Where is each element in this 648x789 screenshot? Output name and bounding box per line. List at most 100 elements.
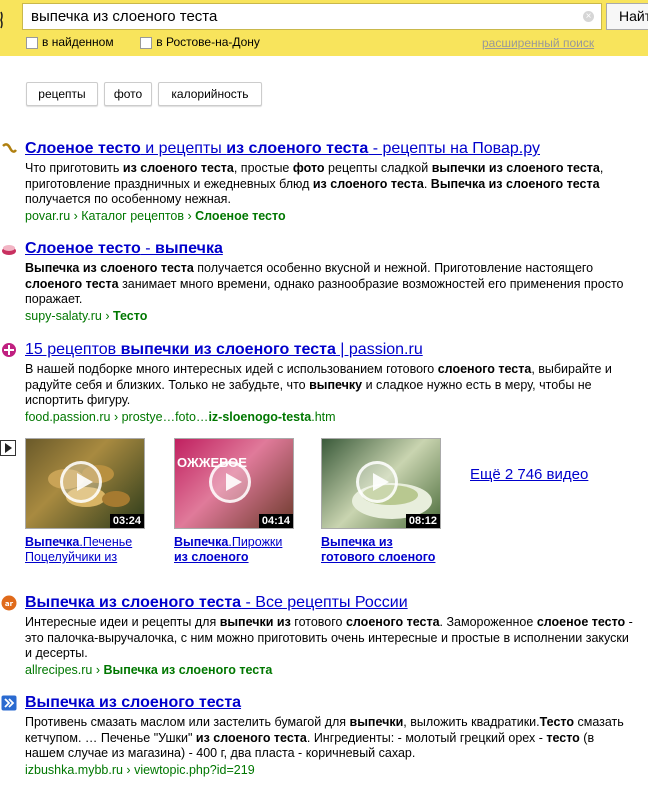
text-part: Выпечка из слоеного теста <box>25 694 242 711</box>
result-title-link[interactable]: Слоеное тесто - выпечка <box>25 239 635 259</box>
result-snippet: Интересные идеи и рецепты для выпечки из… <box>25 615 635 662</box>
video-caption-link[interactable]: Выпечка из готового слоеного <box>321 535 446 565</box>
text-part: povar.ru › Каталог рецептов › <box>25 208 196 223</box>
search-filters: в найденном в Ростове-на-Дону <box>26 34 260 50</box>
text-part: allrecipes.ru › <box>25 662 104 677</box>
result-snippet: Выпечка из слоеного теста получается осо… <box>25 261 635 308</box>
more-videos-link[interactable]: Ещё 2 746 видео <box>470 466 588 483</box>
text-part: , простые <box>233 161 293 175</box>
text-part: Что приготовить <box>25 161 123 175</box>
advanced-search-link[interactable]: расширенный поиск <box>482 36 594 50</box>
search-header: выпечка из слоеного теста × Найти в найд… <box>0 0 648 56</box>
text-part: готового <box>290 615 346 629</box>
search-result: Выпечка из слоеного теста Противень смаз… <box>1 693 635 778</box>
text-part: из слоеного теста <box>122 161 234 175</box>
text-part: Интересные идеи и рецепты для <box>25 615 220 629</box>
text-part: | passion.ru <box>335 341 423 358</box>
result-title-link[interactable]: Выпечка из слоеного теста - Все рецепты … <box>25 593 635 613</box>
result-snippet: В нашей подборке много интересных идей с… <box>25 362 635 409</box>
text-part: слоеное тесто <box>536 615 626 629</box>
supy-salaty-favicon-icon <box>1 241 17 257</box>
video-caption-link[interactable]: Выпечка.Печенье Поцелуйчики из <box>25 535 150 565</box>
text-part: supy-salaty.ru › <box>25 308 113 323</box>
play-icon[interactable] <box>60 461 102 503</box>
text-part: - рецепты на Повар.ру <box>368 140 540 157</box>
text-part: , выложить квадратики. <box>403 715 540 729</box>
text-part: Слоеное тесто <box>195 208 286 223</box>
result-title-link[interactable]: Выпечка из слоеного теста <box>25 693 635 713</box>
result-url[interactable]: allrecipes.ru › Выпечка из слоеного тест… <box>25 662 635 678</box>
text-part: В нашей подборке много интересных идей с… <box>25 362 438 376</box>
text-part: Выпечка <box>174 535 229 549</box>
video-caption-link[interactable]: Выпечка.Пирожки из слоеного <box>174 535 299 565</box>
text-part: .Печенье <box>79 535 133 549</box>
result-url[interactable]: food.passion.ru › prostye…foto…iz-sloeno… <box>25 409 635 425</box>
text-part: получается особенно вкусной и нежной. Пр… <box>193 261 594 275</box>
text-part: из слоеного теста <box>226 140 369 157</box>
result-url[interactable]: povar.ru › Каталог рецептов › Слоеное те… <box>25 208 635 224</box>
text-part: iz-sloenogo-testa <box>208 409 312 424</box>
video-duration: 08:12 <box>405 514 440 528</box>
search-query: выпечка из слоеного теста <box>31 8 218 25</box>
search-result: Слоеное тесто - выпечка Выпечка из слоен… <box>2 239 635 324</box>
text-part: Выпечка из слоеного теста <box>103 662 273 677</box>
allrecipes-favicon-icon: ar <box>1 595 17 611</box>
text-part: . Ингредиенты: - молотый грецкий орех - <box>306 730 547 745</box>
svg-text:ar: ar <box>5 600 14 608</box>
text-part: Выпечка из слоеного теста <box>25 594 242 611</box>
filter-in-found-checkbox[interactable] <box>26 36 38 49</box>
text-part: получается по особенному нежная. <box>25 192 231 206</box>
play-icon[interactable] <box>356 461 398 503</box>
search-input[interactable]: выпечка из слоеного теста × <box>22 3 602 30</box>
logo-fragment <box>0 10 3 32</box>
text-part: выпечки из слоеного теста <box>120 341 336 358</box>
povar-favicon-icon <box>1 141 17 157</box>
izbushka-favicon-icon <box>1 695 17 711</box>
result-snippet: Что приготовить из слоеного теста, прост… <box>25 161 635 208</box>
pill-photo[interactable]: фото <box>104 82 152 106</box>
text-part: Выпечка из слоеного теста <box>430 176 600 191</box>
text-part: . Замороженное <box>439 615 537 629</box>
text-part: выпечки из <box>219 615 291 629</box>
text-part: - <box>140 240 155 257</box>
video-duration: 04:14 <box>258 514 293 528</box>
search-result: Слоеное тесто и рецепты из слоеного тест… <box>2 139 635 224</box>
video-thumbnail[interactable]: 08:12 <box>321 438 441 529</box>
filter-in-found-label: в найденном <box>42 35 114 49</box>
text-part: Выпечка из слоеного теста <box>25 261 194 275</box>
text-part: фото <box>292 161 325 175</box>
pill-recipes[interactable]: рецепты <box>26 82 98 106</box>
text-part: выпечку <box>309 377 363 392</box>
text-part: Тесто <box>539 715 574 729</box>
result-title-link[interactable]: Слоеное тесто и рецепты из слоеного тест… <box>25 139 635 159</box>
search-button[interactable]: Найти <box>606 3 648 30</box>
text-part: готового слоеного <box>321 550 436 564</box>
passion-favicon-icon <box>1 342 17 358</box>
text-part: слоеного теста <box>25 276 119 291</box>
clear-icon[interactable]: × <box>583 11 594 22</box>
search-result: 15 рецептов выпечки из слоеного теста | … <box>2 340 635 425</box>
text-part: слоеного теста <box>345 615 440 629</box>
filter-region-label: в Ростове-на-Дону <box>156 35 260 49</box>
result-url[interactable]: supy-salaty.ru › Тесто <box>25 308 635 324</box>
filter-region-checkbox[interactable] <box>140 36 153 49</box>
video-duration: 03:24 <box>109 514 144 528</box>
text-part: food.passion.ru › prostye…foto… <box>25 409 209 424</box>
video-thumbnail[interactable]: 03:24 <box>25 438 145 529</box>
text-part: Выпечка из <box>321 535 393 549</box>
text-part: Слоеное тесто <box>25 240 141 257</box>
text-part: Выпечка <box>25 535 80 549</box>
play-icon[interactable] <box>209 461 251 503</box>
video-thumbnail[interactable]: ОЖЖЕВОЕ 04:14 <box>174 438 294 529</box>
text-part: и рецепты <box>140 140 227 157</box>
text-part: .htm <box>311 409 336 424</box>
text-part: izbushka.mybb.ru › viewtopic.php?id=219 <box>25 762 255 777</box>
result-title-link[interactable]: 15 рецептов выпечки из слоеного теста | … <box>25 340 635 360</box>
text-part: рецепты сладкой <box>324 161 432 175</box>
result-url[interactable]: izbushka.mybb.ru › viewtopic.php?id=219 <box>25 762 635 778</box>
pill-calories[interactable]: калорийность <box>158 82 262 106</box>
text-part: слоеного теста <box>437 362 532 376</box>
text-part: .Пирожки <box>228 535 283 549</box>
text-part: Слоеное тесто <box>25 140 141 157</box>
video-icon <box>0 440 16 456</box>
